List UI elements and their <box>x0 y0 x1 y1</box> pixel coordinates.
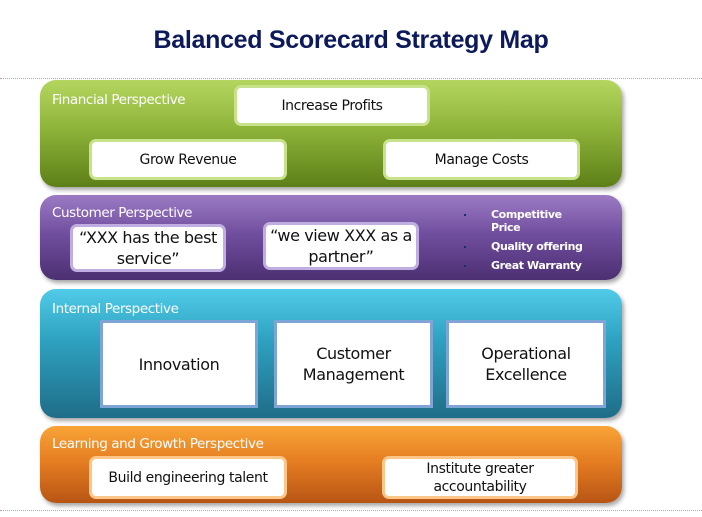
bullet-icon <box>464 214 466 216</box>
objective-operational-excellence: Operational Excellence <box>446 320 606 408</box>
list-item: Competitive Price <box>460 208 562 234</box>
objective-innovation: Innovation <box>100 320 258 408</box>
top-divider <box>0 78 702 79</box>
customer-value-list: Competitive Price Quality offering Great… <box>460 208 583 278</box>
learning-growth-perspective-label: Learning and Growth Perspective <box>52 436 264 452</box>
bullet-icon <box>464 246 466 248</box>
customer-perspective-label: Customer Perspective <box>52 205 193 221</box>
objective-increase-profits: Increase Profits <box>234 85 430 126</box>
objective-best-service: “XXX has the best service” <box>70 224 226 272</box>
bottom-divider <box>0 510 702 511</box>
objective-partner: “we view XXX as a partner” <box>263 222 419 270</box>
objective-manage-costs: Manage Costs <box>383 139 580 180</box>
objective-build-engineering-talent: Build engineering talent <box>89 456 287 499</box>
objective-institute-accountability: Institute greater accountability <box>382 456 578 499</box>
financial-perspective-label: Financial Perspective <box>52 92 186 108</box>
objective-grow-revenue: Grow Revenue <box>89 139 287 180</box>
internal-perspective-label: Internal Perspective <box>52 301 179 317</box>
list-item: Quality offering <box>460 240 583 253</box>
list-item: Great Warranty <box>460 259 583 272</box>
objective-customer-management: Customer Management <box>274 320 433 408</box>
bullet-icon <box>464 265 466 267</box>
page-title: Balanced Scorecard Strategy Map <box>153 26 549 54</box>
